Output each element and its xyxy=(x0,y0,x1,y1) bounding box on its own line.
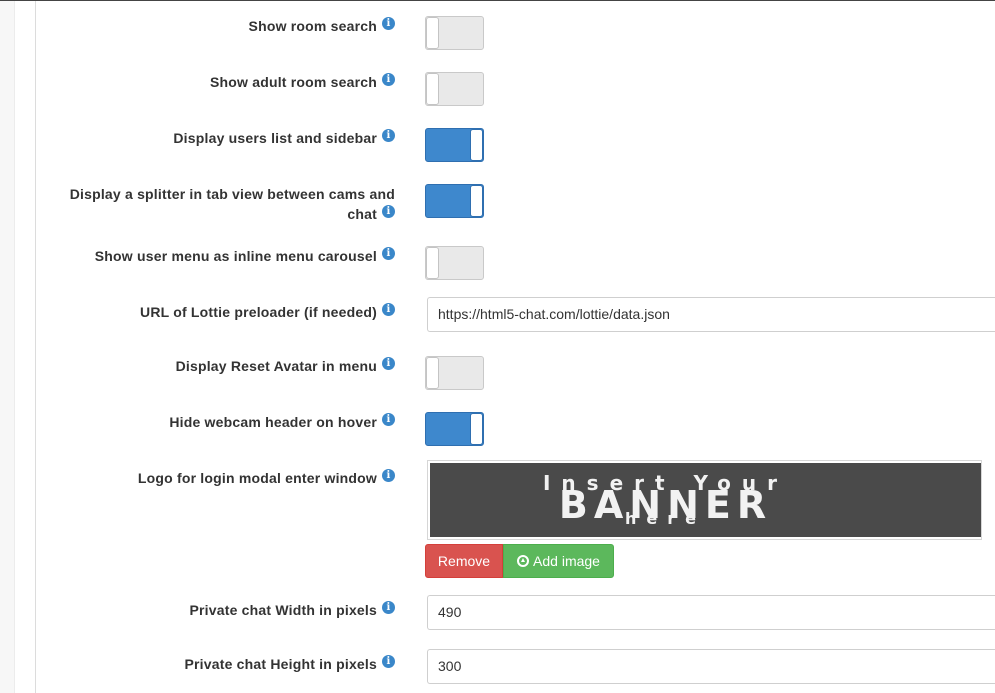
setting-label: Show room search i xyxy=(249,16,395,36)
toggle-knob xyxy=(470,129,483,161)
setting-label: Private chat Width in pixels i xyxy=(189,600,395,620)
setting-label: Display a splitter in tab view between c… xyxy=(50,184,395,224)
left-sidebar-strip xyxy=(0,1,15,693)
setting-label-line2: chat i xyxy=(50,204,395,224)
info-icon[interactable]: i xyxy=(382,601,395,614)
info-icon[interactable]: i xyxy=(382,303,395,316)
info-icon[interactable]: i xyxy=(382,413,395,426)
toggle-display-splitter[interactable] xyxy=(425,184,484,218)
toggle-display-users-list[interactable] xyxy=(425,128,484,162)
setting-label: Show adult room search i xyxy=(210,72,395,92)
setting-label: URL of Lottie preloader (if needed) i xyxy=(140,302,395,322)
private-chat-height-input[interactable]: 300 xyxy=(427,649,995,684)
toggle-hide-webcam-header[interactable] xyxy=(425,412,484,446)
upload-circle-icon xyxy=(517,555,530,567)
setting-label: Hide webcam header on hover i xyxy=(169,412,395,432)
info-icon[interactable]: i xyxy=(382,655,395,668)
setting-label-line1: Display a splitter in tab view between c… xyxy=(69,186,395,202)
toggle-knob xyxy=(470,413,483,445)
toggle-reset-avatar[interactable] xyxy=(425,356,484,390)
toggle-knob xyxy=(426,357,439,389)
toggle-knob xyxy=(426,247,439,279)
setting-label: Logo for login modal enter window i xyxy=(138,468,395,488)
info-icon[interactable]: i xyxy=(382,205,395,218)
info-icon[interactable]: i xyxy=(382,17,395,30)
logo-preview: Insert Your BANNER here xyxy=(427,460,982,540)
content-left-border xyxy=(35,1,36,693)
toggle-knob xyxy=(426,17,439,49)
toggle-show-adult-room-search[interactable] xyxy=(425,72,484,106)
info-icon[interactable]: i xyxy=(382,73,395,86)
info-icon[interactable]: i xyxy=(382,129,395,142)
setting-label: Display users list and sidebar i xyxy=(173,128,395,148)
toggle-knob xyxy=(470,185,483,217)
toggle-user-menu-carousel[interactable] xyxy=(425,246,484,280)
info-icon[interactable]: i xyxy=(382,247,395,260)
banner-image: Insert Your BANNER here xyxy=(430,463,981,537)
setting-label: Display Reset Avatar in menu i xyxy=(176,356,395,376)
lottie-url-input[interactable]: https://html5-chat.com/lottie/data.json xyxy=(427,297,995,332)
info-icon[interactable]: i xyxy=(382,357,395,370)
toggle-knob xyxy=(426,73,439,105)
top-border xyxy=(0,0,995,1)
toggle-show-room-search[interactable] xyxy=(425,16,484,50)
banner-text-bottom: here xyxy=(625,509,706,528)
private-chat-width-input[interactable]: 490 xyxy=(427,595,995,630)
setting-label: Show user menu as inline menu carousel i xyxy=(95,246,395,266)
remove-image-button[interactable]: Remove xyxy=(425,544,503,578)
setting-label: Private chat Height in pixels i xyxy=(184,654,395,674)
add-image-button[interactable]: Add image xyxy=(503,544,614,578)
